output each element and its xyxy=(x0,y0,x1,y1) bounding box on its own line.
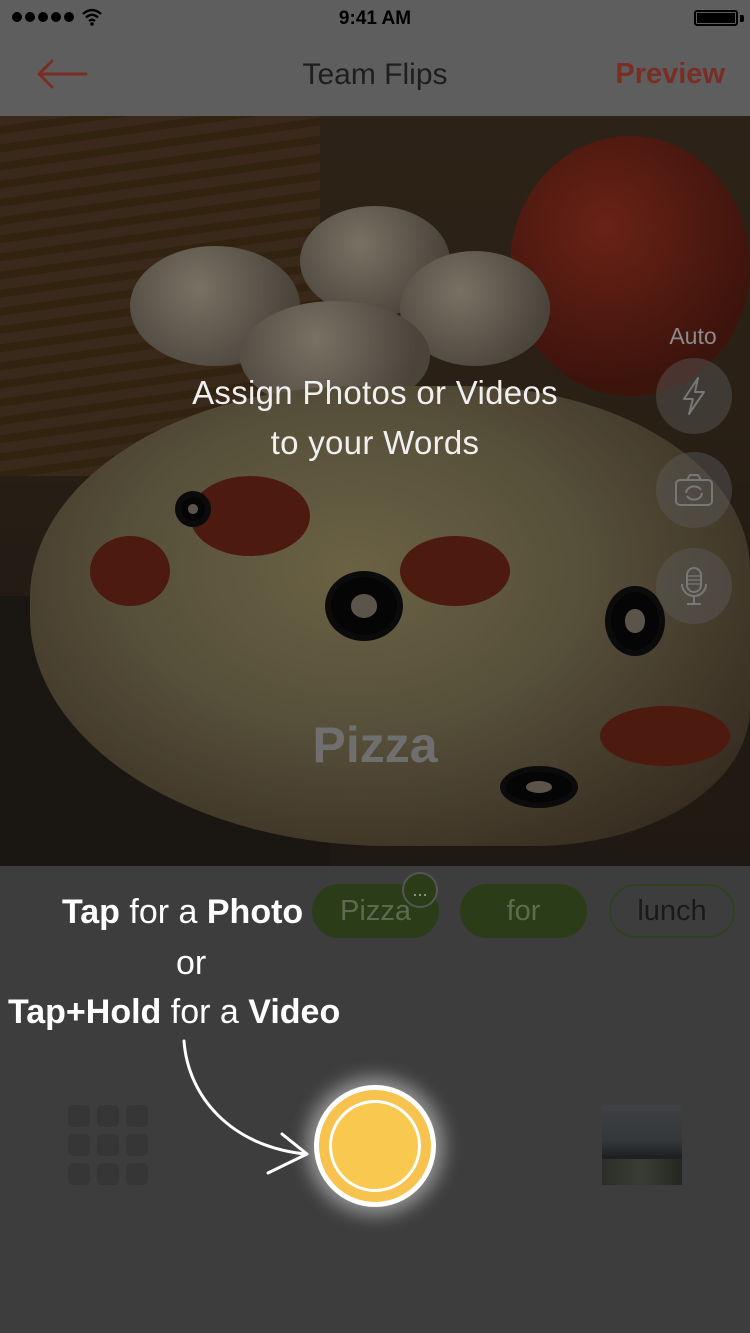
assign-instruction: Assign Photos or Videos to your Words xyxy=(192,374,558,461)
more-options-icon[interactable]: ... xyxy=(402,872,438,908)
hint-arrow-icon xyxy=(182,1039,309,1175)
word-chip-for[interactable]: for xyxy=(460,884,587,938)
grid-icon[interactable] xyxy=(68,1105,148,1185)
flip-camera-button[interactable] xyxy=(656,452,732,528)
word-chip-lunch[interactable]: lunch xyxy=(609,884,735,938)
flash-icon xyxy=(683,377,705,415)
hint-or-line: or xyxy=(176,944,207,982)
preview-button[interactable]: Preview xyxy=(615,58,725,91)
flash-button[interactable] xyxy=(656,358,732,434)
hint-photo-line: Tap for a Photo xyxy=(62,893,304,931)
shutter-button[interactable] xyxy=(314,1085,436,1207)
gallery-thumbnail[interactable] xyxy=(602,1105,682,1185)
flip-camera-icon xyxy=(675,474,713,506)
battery-icon xyxy=(694,10,738,26)
camera-viewfinder[interactable]: Assign Photos or Videos to your Words Pi… xyxy=(0,116,750,866)
flash-mode-label: Auto xyxy=(669,323,717,349)
microphone-icon xyxy=(681,567,707,605)
hint-video-line: Tap+Hold for a Video xyxy=(8,993,341,1031)
bottom-panel: Pizza ... for lunch Tap for a Photo or T… xyxy=(0,866,750,1333)
navigation-bar: Team Flips Preview xyxy=(0,36,750,116)
microphone-button[interactable] xyxy=(656,548,732,624)
status-bar: 9:41 AM xyxy=(0,0,750,36)
status-time: 9:41 AM xyxy=(338,8,412,29)
current-word-label: Pizza xyxy=(312,717,438,773)
